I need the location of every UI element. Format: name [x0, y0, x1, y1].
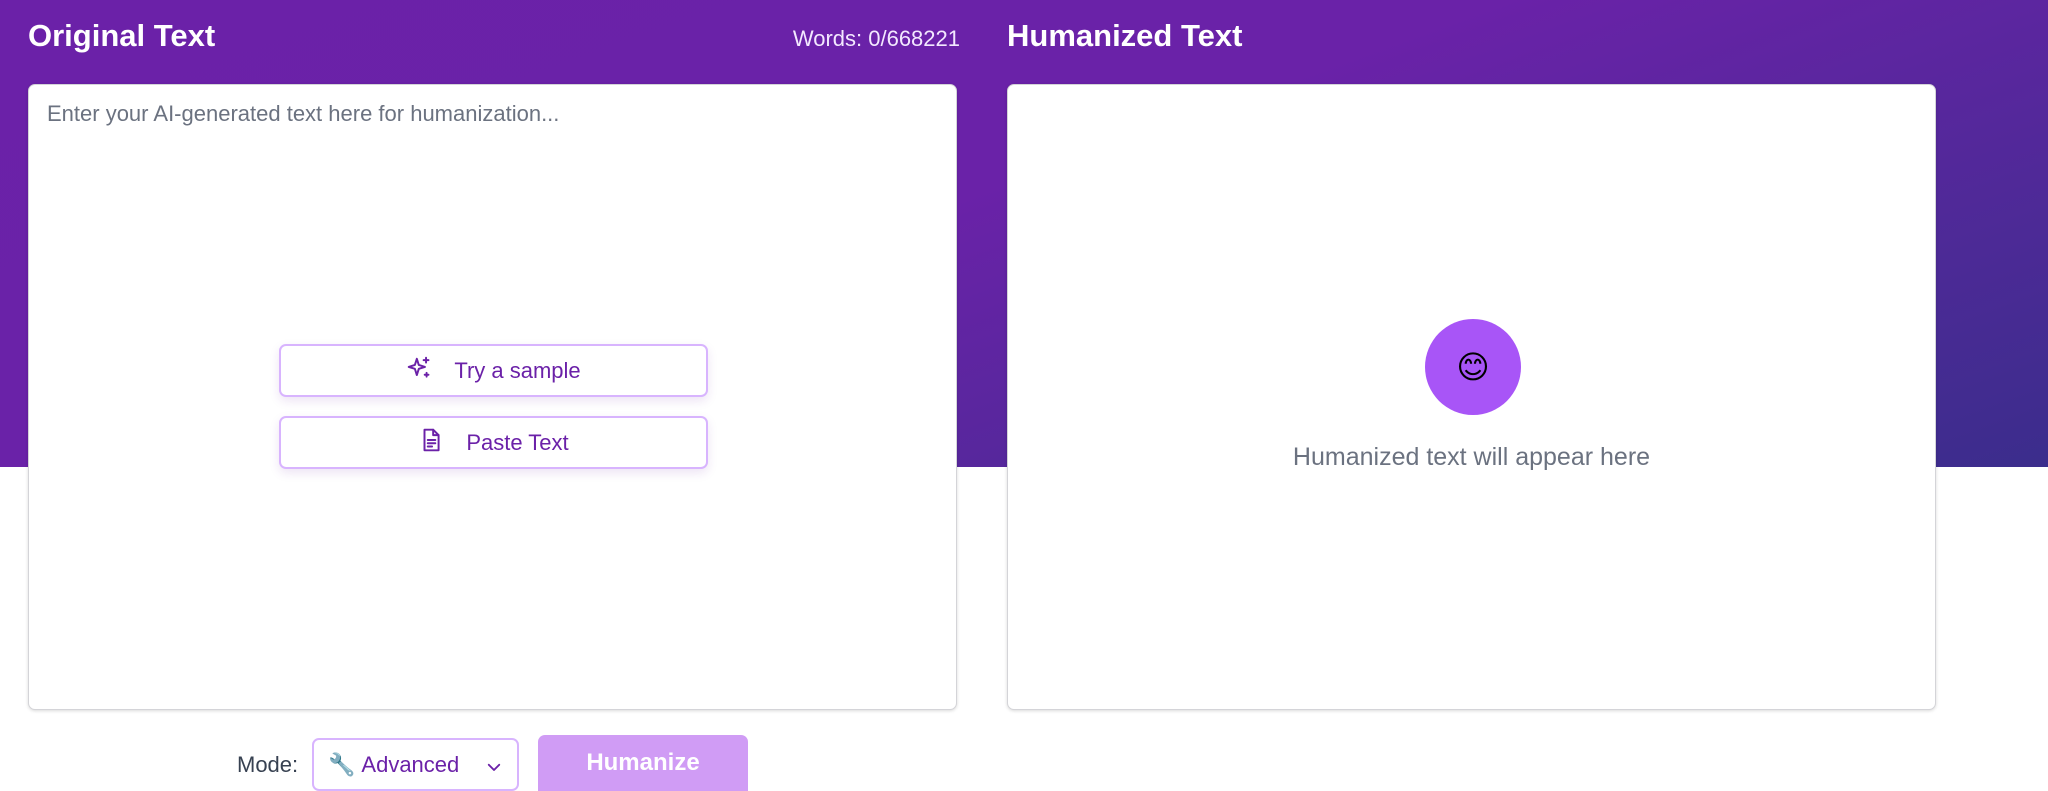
- document-icon: [418, 427, 444, 459]
- word-count: Words: 0/668221: [792, 26, 960, 51]
- humanized-text-panel: 😊 Humanized text will appear here: [1007, 84, 1936, 710]
- mode-label: Mode:: [237, 752, 299, 777]
- chevron-down-icon: [485, 756, 503, 774]
- original-text-panel: Try a sample Paste Text: [28, 84, 957, 710]
- try-sample-button[interactable]: Try a sample: [279, 344, 708, 397]
- sparkles-icon: [406, 355, 432, 387]
- mode-selected-value: Advanced: [361, 751, 460, 777]
- paste-text-label: Paste Text: [466, 429, 569, 455]
- smiley-icon: 😊: [1425, 319, 1521, 415]
- wrench-icon: 🔧: [328, 751, 356, 777]
- try-sample-label: Try a sample: [454, 357, 581, 383]
- empty-state-message: Humanized text will appear here: [1292, 443, 1651, 471]
- humanized-text-title: Humanized Text: [1007, 18, 1243, 53]
- mode-dropdown[interactable]: 🔧 Advanced: [312, 738, 519, 791]
- original-text-title: Original Text: [28, 18, 216, 53]
- paste-text-button[interactable]: Paste Text: [279, 416, 708, 469]
- humanize-button[interactable]: Humanize: [538, 735, 748, 791]
- original-text-input[interactable]: [29, 85, 956, 709]
